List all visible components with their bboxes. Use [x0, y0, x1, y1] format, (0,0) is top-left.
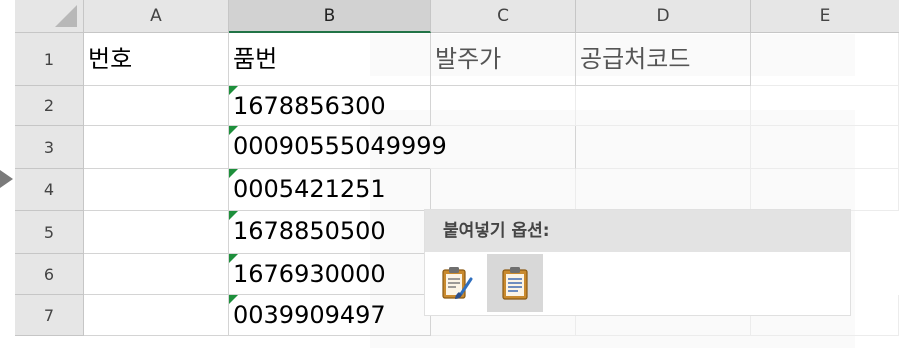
cell-a2[interactable]: [84, 86, 229, 126]
spreadsheet: A B C D E 1 2 3 4 5 6 7 번호 품번 발주가 공급처코드 …: [0, 0, 899, 348]
cell-a5[interactable]: [84, 211, 229, 254]
row-header-5[interactable]: 5: [15, 211, 84, 254]
cell-c2[interactable]: [431, 86, 576, 126]
cell-b2[interactable]: 1678856300: [229, 86, 431, 126]
paste-options-title: 붙여넣기 옵션:: [425, 210, 850, 252]
column-header-c[interactable]: C: [431, 0, 576, 33]
clipboard-paintbrush-icon: [442, 267, 473, 299]
cell-c3[interactable]: [431, 126, 576, 169]
row-header-3[interactable]: 3: [15, 126, 84, 169]
cell-c4[interactable]: [431, 169, 576, 211]
row-header-6[interactable]: 6: [15, 254, 84, 295]
cell-e2[interactable]: [751, 86, 899, 126]
keep-source-formatting-button[interactable]: [429, 254, 485, 312]
cell-a7[interactable]: [84, 295, 229, 336]
column-header-e[interactable]: E: [751, 0, 899, 33]
cell-b7[interactable]: 0039909497: [229, 295, 431, 336]
cell-d3[interactable]: [576, 126, 751, 169]
cell-d2[interactable]: [576, 86, 751, 126]
cell-b4[interactable]: 0005421251: [229, 169, 431, 211]
cell-d1[interactable]: 공급처코드: [576, 33, 751, 86]
cell-a4[interactable]: [84, 169, 229, 211]
paste-button[interactable]: [487, 254, 543, 312]
row-header-2[interactable]: 2: [15, 86, 84, 126]
cell-e1[interactable]: [751, 33, 899, 86]
clipboard-icon: [502, 267, 528, 300]
cell-a1[interactable]: 번호: [84, 33, 229, 86]
column-header-d[interactable]: D: [576, 0, 751, 33]
row-header-7[interactable]: 7: [15, 295, 84, 336]
cell-c1[interactable]: 발주가: [431, 33, 576, 86]
cell-b5[interactable]: 1678850500: [229, 211, 431, 254]
cell-b1[interactable]: 품번: [229, 33, 431, 86]
cell-e4[interactable]: [751, 169, 899, 211]
row-header-1[interactable]: 1: [15, 33, 84, 86]
cell-a6[interactable]: [84, 254, 229, 295]
row-header-4[interactable]: 4: [15, 169, 84, 211]
row-pointer-icon: [0, 170, 13, 188]
cell-b6[interactable]: 1676930000: [229, 254, 431, 295]
cell-e3[interactable]: [751, 126, 899, 169]
cell-d4[interactable]: [576, 169, 751, 211]
cell-b3[interactable]: 00090555049999: [229, 126, 447, 169]
column-header-a[interactable]: A: [84, 0, 229, 33]
select-all-button[interactable]: [15, 0, 84, 33]
select-all-triangle-icon: [55, 5, 77, 27]
column-header-b[interactable]: B: [229, 0, 431, 33]
cell-a3[interactable]: [84, 126, 229, 169]
paste-options-popup: 붙여넣기 옵션:: [425, 210, 850, 315]
